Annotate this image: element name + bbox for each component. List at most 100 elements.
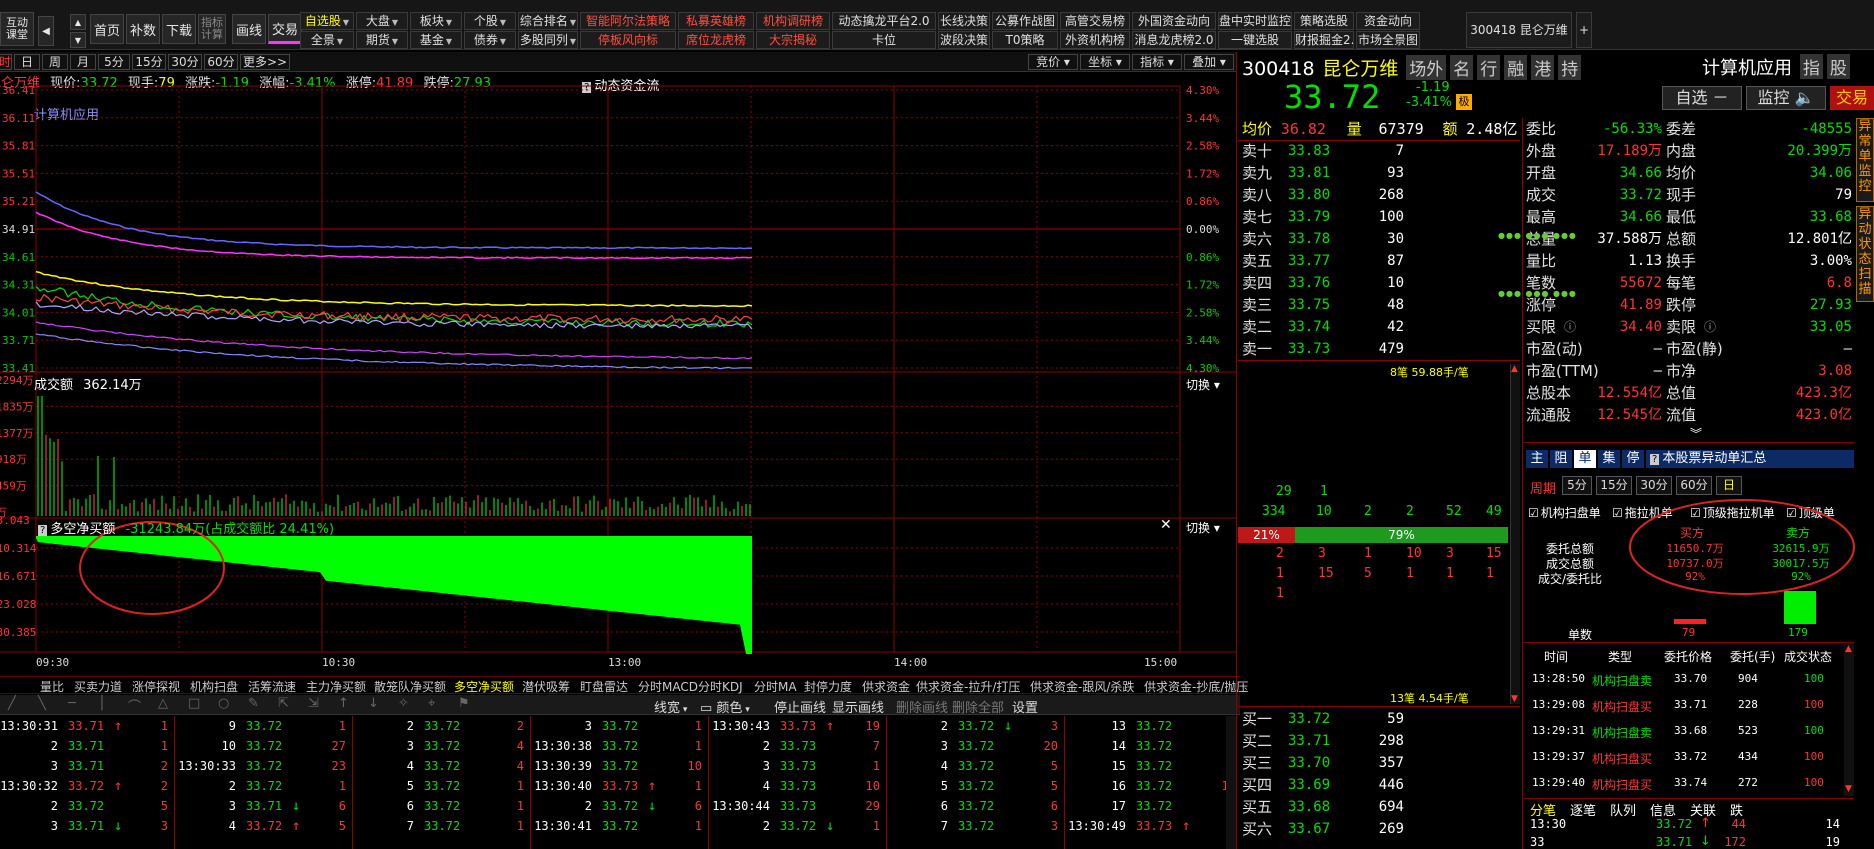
add-tab-button[interactable]: +: [1576, 12, 1592, 48]
sector-tag[interactable]: 指: [1799, 54, 1823, 79]
ask-row[interactable]: 卖十 33.83 7: [1242, 140, 1512, 162]
ask-row[interactable]: 卖一 33.73 479: [1242, 338, 1512, 360]
draw-tool-icon[interactable]: ⌒: [128, 696, 141, 715]
toolbar-row1-item[interactable]: 机构调研榜: [756, 12, 830, 30]
order-scrollbar[interactable]: [1844, 644, 1854, 796]
download-button[interactable]: 下载: [162, 14, 196, 44]
toolbar-row1-item[interactable]: 私募英雄榜: [678, 12, 754, 30]
toolbar-row2-item[interactable]: 一键选股: [1218, 31, 1292, 49]
indicator-calc-button[interactable]: 指标计算: [198, 14, 226, 44]
tick-scrollbar[interactable]: [1226, 716, 1236, 849]
period-button[interactable]: 周: [42, 54, 68, 70]
stock-tag[interactable]: 持: [1558, 55, 1582, 80]
indicator-tab[interactable]: 分时MA: [754, 678, 797, 695]
bid-row[interactable]: 买二 33.71 298: [1242, 730, 1512, 752]
period-button[interactable]: 5分: [98, 54, 130, 70]
trade-button[interactable]: 交易: [268, 14, 302, 44]
toolbar-row2-item[interactable]: 市场全景图: [1356, 31, 1420, 49]
draw-tool-icon[interactable]: ⇲: [308, 696, 319, 711]
up-arrow-icon[interactable]: ▲: [70, 14, 86, 30]
scroll-down-icon[interactable]: ▼: [1511, 694, 1518, 704]
draw-tool-icon[interactable]: ○: [218, 696, 229, 711]
draw-tool-icon[interactable]: ↑: [338, 696, 349, 711]
draw-toolbar-item[interactable]: 线宽 ▾: [654, 697, 687, 716]
bottom-tab[interactable]: 队列: [1610, 800, 1636, 819]
bid-row[interactable]: 买一 33.72 59: [1242, 708, 1512, 730]
trade-quick-button[interactable]: 交易: [1830, 86, 1874, 110]
scroll-down-icon[interactable]: ▼: [1845, 784, 1852, 794]
indicator-tab[interactable]: 分时KDJ: [698, 678, 743, 695]
indicator-tab[interactable]: 机构扫盘: [190, 678, 238, 695]
filter-checkbox[interactable]: ☑ 机构扫盘单: [1528, 504, 1601, 521]
draw-toolbar-item[interactable]: 停止画线: [774, 697, 826, 716]
watchlist-button[interactable]: 自选 －: [1662, 86, 1742, 110]
stock-tag[interactable]: 场外: [1406, 55, 1447, 80]
order-row[interactable]: 13:29:08 机构扫盘买 33.71 228 100: [1526, 698, 1844, 718]
draw-tool-icon[interactable]: △: [158, 696, 168, 711]
indicator-tab[interactable]: 买卖力道: [74, 678, 122, 695]
draw-tool-icon[interactable]: ✎: [248, 696, 259, 711]
expand-icon[interactable]: ︾: [1690, 425, 1702, 442]
close-icon[interactable]: ✕: [1160, 517, 1172, 533]
indicator-tab[interactable]: 供求资金-抄底/抛压: [1144, 678, 1248, 695]
order-table-header[interactable]: 时间: [1544, 648, 1568, 665]
queue-scrollbar[interactable]: ▲ ▼: [1510, 364, 1520, 704]
toolbar-row2-item[interactable]: 财报掘金2.0: [1294, 31, 1354, 49]
draw-tool-icon[interactable]: ⇱: [278, 696, 289, 711]
side-tab[interactable]: 异常单监控: [1856, 118, 1874, 202]
draw-toolbar-item[interactable]: ▭ 颜色 ▾: [700, 697, 750, 716]
draw-toolbar-item[interactable]: 设置: [1012, 697, 1038, 716]
ask-row[interactable]: 卖五 33.77 87: [1242, 250, 1512, 272]
toolbar-row1-item[interactable]: 智能阿尔法策略: [580, 12, 676, 30]
bottom-tab[interactable]: 逐笔: [1570, 800, 1596, 819]
draw-toolbar-item[interactable]: 删除全部: [952, 697, 1004, 716]
period-option[interactable]: 60分: [1676, 476, 1712, 495]
bid-row[interactable]: 买五 33.68 694: [1242, 796, 1512, 818]
sector-tag[interactable]: 股: [1826, 54, 1850, 79]
period-option[interactable]: 15分: [1596, 476, 1632, 495]
draw-tool-icon[interactable]: ╲: [38, 696, 46, 711]
toolbar-row2-item[interactable]: 波段决策: [938, 31, 990, 49]
period-option[interactable]: 30分: [1636, 476, 1672, 495]
period-button[interactable]: 月: [70, 54, 96, 70]
intraday-chart[interactable]: 36.41 4.30% 36.11 3.44% 35.81 2.58% 35.51 1.72%…: [0, 72, 1236, 676]
draw-tool-icon[interactable]: ─: [68, 696, 76, 711]
toolbar-row2-item[interactable]: 卡位: [832, 31, 936, 49]
period-button[interactable]: 30分: [168, 54, 202, 70]
draw-tool-icon[interactable]: ↓: [368, 696, 379, 711]
indicator-tab[interactable]: 涨停探视: [132, 678, 180, 695]
scroll-up-icon[interactable]: ▲: [1511, 364, 1520, 374]
info-icon[interactable]: ⓘ: [1564, 316, 1576, 338]
toolbar-row1-item[interactable]: 外国资金动向: [1132, 12, 1216, 30]
back-arrow-icon[interactable]: ◀: [38, 16, 54, 46]
chart-option-button[interactable]: 竞价 ▾: [1028, 54, 1078, 70]
down-arrow-icon[interactable]: ▼: [70, 32, 86, 48]
indicator-tab[interactable]: 供求资金-拉升/打压: [916, 678, 1020, 695]
drawline-button[interactable]: 画线: [232, 14, 266, 44]
abnormal-summary-link[interactable]: ? 本股票异动单汇总: [1650, 450, 1766, 469]
toolbar-row1-item[interactable]: 高管交易榜: [1060, 12, 1130, 30]
toolbar-row2-item[interactable]: 全景 ▼: [300, 31, 354, 49]
indicator-tab[interactable]: 散笼队净买额: [374, 678, 446, 695]
period-button[interactable]: 日: [14, 54, 40, 70]
toolbar-row1-item[interactable]: 公募作战图: [992, 12, 1058, 30]
ask-row[interactable]: 卖九 33.81 93: [1242, 162, 1512, 184]
indicator-tab[interactable]: 分时MACD: [638, 678, 698, 695]
period-option[interactable]: 5分: [1562, 476, 1592, 495]
stock-tab[interactable]: 300418 昆仑万维: [1466, 12, 1572, 48]
stock-tag[interactable]: 行: [1477, 55, 1501, 80]
stock-tag[interactable]: 名: [1450, 55, 1474, 80]
draw-tool-icon[interactable]: ✧: [398, 696, 409, 711]
toolbar-row2-item[interactable]: 基金 ▼: [410, 31, 462, 49]
period-button[interactable]: 更多>>: [240, 54, 290, 70]
side-tab[interactable]: 异动状态扫描: [1856, 206, 1874, 302]
ask-row[interactable]: 卖六 33.78 30: [1242, 228, 1512, 250]
home-button[interactable]: 首页: [90, 14, 124, 44]
ask-row[interactable]: 卖三 33.75 48: [1242, 294, 1512, 316]
detail-tab[interactable]: 集: [1598, 450, 1620, 468]
toolbar-row2-item[interactable]: 外资机构榜: [1060, 31, 1130, 49]
draw-toolbar-item[interactable]: 删除画线: [896, 697, 948, 716]
toolbar-row2-item[interactable]: 期货 ▼: [356, 31, 408, 49]
stock-tag[interactable]: 港: [1531, 55, 1555, 80]
indicator-tab[interactable]: 潜伏吸筹: [522, 678, 570, 695]
